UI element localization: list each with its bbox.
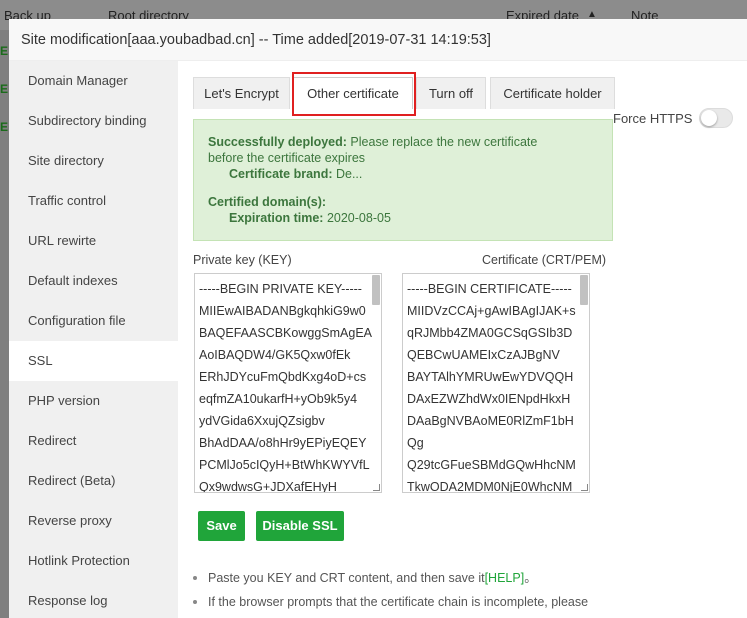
note-item: Paste you KEY and CRT content, and then … <box>191 566 731 590</box>
modal-title: Site modification[aaa.youbadbad.cn] -- T… <box>9 19 747 61</box>
ssl-panel: Let's Encrypt Other certificate Turn off… <box>178 61 747 618</box>
cert-line: DAaBgNVBAoME0RlZmF1bH <box>407 414 574 428</box>
cert-line: DAxEZWZhdWx0IENpdHkxH <box>407 392 571 406</box>
bullet-icon <box>193 576 197 580</box>
tab-lets-encrypt[interactable]: Let's Encrypt <box>193 77 290 109</box>
domains-line: Certified domain(s): <box>208 194 598 210</box>
force-https-label: Force HTTPS <box>613 111 693 126</box>
bullet-icon <box>193 600 197 604</box>
sidebar-item-reverse-proxy[interactable]: Reverse proxy <box>9 501 178 541</box>
sidebar-item-configuration-file[interactable]: Configuration file <box>9 301 178 341</box>
key-line: BAQEFAASCBKowggSmAgEA <box>199 326 372 340</box>
save-button[interactable]: Save <box>198 511 245 541</box>
cert-line: Q29tcGFueSBMdGQwHhcNM <box>407 458 576 472</box>
sidebar-item-response-log[interactable]: Response log <box>9 581 178 618</box>
site-modification-modal: Site modification[aaa.youbadbad.cn] -- T… <box>9 19 747 618</box>
note1-text: Paste you KEY and CRT content, and then … <box>208 571 485 585</box>
private-key-textarea[interactable]: -----BEGIN PRIVATE KEY----- MIIEwAIBADAN… <box>194 273 382 493</box>
certificate-textarea[interactable]: -----BEGIN CERTIFICATE----- MIIDVzCCAj+g… <box>402 273 590 493</box>
deployed-line: Successfully deployed: Please replace th… <box>208 134 598 150</box>
cert-line: qRJMbb4ZMA0GCSqGSIb3D <box>407 326 573 340</box>
key-line: PCMlJo5cIQyH+BtWhKWYVfL <box>199 458 370 472</box>
sidebar-item-redirect-beta[interactable]: Redirect (Beta) <box>9 461 178 501</box>
certificate-label: Certificate (CRT/PEM) <box>482 253 607 267</box>
cert-line: BAYTAlhYMRUwEwYDVQQH <box>407 370 574 384</box>
toggle-knob <box>701 110 717 126</box>
settings-sidebar: Domain Manager Subdirectory binding Site… <box>9 61 178 618</box>
note2-text: If the browser prompts that the certific… <box>208 595 589 609</box>
brand-line: Certificate brand: De... <box>208 166 598 182</box>
deployed-message-2: before the certificate expires <box>208 151 366 165</box>
key-line: AoIBAQDW4/GK5Qxw0fEk <box>199 348 351 362</box>
sidebar-item-url-rewrite[interactable]: URL rewirte <box>9 221 178 261</box>
key-line: BhAdDAA/o8hHr9yEPiyEQEY <box>199 436 367 450</box>
bg-row-mark: E <box>0 82 9 96</box>
sidebar-item-domain-manager[interactable]: Domain Manager <box>9 61 178 101</box>
tab-other-certificate[interactable]: Other certificate <box>293 77 413 109</box>
key-line: Qx9wdwsG+JDXafEHyH <box>199 480 337 493</box>
bg-row-mark: E <box>0 44 9 58</box>
cert-line: Qg <box>407 436 424 450</box>
ssl-status-box: Successfully deployed: Please replace th… <box>193 119 613 241</box>
sidebar-item-subdirectory-binding[interactable]: Subdirectory binding <box>9 101 178 141</box>
sidebar-item-ssl[interactable]: SSL <box>9 341 178 381</box>
modal-body: Domain Manager Subdirectory binding Site… <box>9 61 747 618</box>
cert-line: -----BEGIN CERTIFICATE----- <box>407 282 572 296</box>
brand-value: De... <box>335 167 363 181</box>
ssl-notes: Paste you KEY and CRT content, and then … <box>191 566 731 614</box>
key-line: ydVGida6XxujQZsigbv <box>199 414 325 428</box>
key-line: MIIEwAIBADANBgkqhkiG9w0 <box>199 304 366 318</box>
domains-label: Certified domain(s): <box>208 195 327 209</box>
tab-turn-off[interactable]: Turn off <box>416 77 486 109</box>
sidebar-item-redirect[interactable]: Redirect <box>9 421 178 461</box>
expiration-value: 2020-08-05 <box>326 211 391 225</box>
cert-scrollbar[interactable] <box>580 275 588 305</box>
expiration-line: Expiration time: 2020-08-05 <box>208 210 598 226</box>
cert-resize-handle[interactable] <box>581 484 588 491</box>
cert-line: MIIDVzCCAj+gAwIBAgIJAK+s <box>407 304 576 318</box>
brand-label: Certificate brand: <box>229 167 333 181</box>
disable-ssl-button[interactable]: Disable SSL <box>256 511 344 541</box>
key-scrollbar[interactable] <box>372 275 380 305</box>
key-resize-handle[interactable] <box>373 484 380 491</box>
note-item: If the browser prompts that the certific… <box>191 590 731 614</box>
cert-line: QEBCwUAMEIxCzAJBgNV <box>407 348 560 362</box>
deployed-label: Successfully deployed: <box>208 135 347 149</box>
sidebar-item-hotlink-protection[interactable]: Hotlink Protection <box>9 541 178 581</box>
force-https-toggle[interactable] <box>699 108 733 128</box>
cert-line: TkwODA2MDM0NjE0WhcNM <box>407 480 573 493</box>
sidebar-item-php-version[interactable]: PHP version <box>9 381 178 421</box>
key-line: eqfmZA10ukarfH+yOb9k5y4 <box>199 392 358 406</box>
bg-row-mark: E <box>0 120 9 134</box>
private-key-label: Private key (KEY) <box>193 253 292 267</box>
deployed-message: Please replace the new certificate <box>350 135 538 149</box>
key-line: -----BEGIN PRIVATE KEY----- <box>199 282 362 296</box>
sidebar-item-traffic-control[interactable]: Traffic control <box>9 181 178 221</box>
help-link[interactable]: [HELP] <box>485 571 525 585</box>
note1-end: 。 <box>524 571 537 585</box>
tab-certificate-holder[interactable]: Certificate holder <box>490 77 615 109</box>
expiration-label: Expiration time: <box>229 211 324 225</box>
key-line: ERhJDYcuFmQbdKxg4oD+cs <box>199 370 367 384</box>
sidebar-item-default-indexes[interactable]: Default indexes <box>9 261 178 301</box>
sidebar-item-site-directory[interactable]: Site directory <box>9 141 178 181</box>
